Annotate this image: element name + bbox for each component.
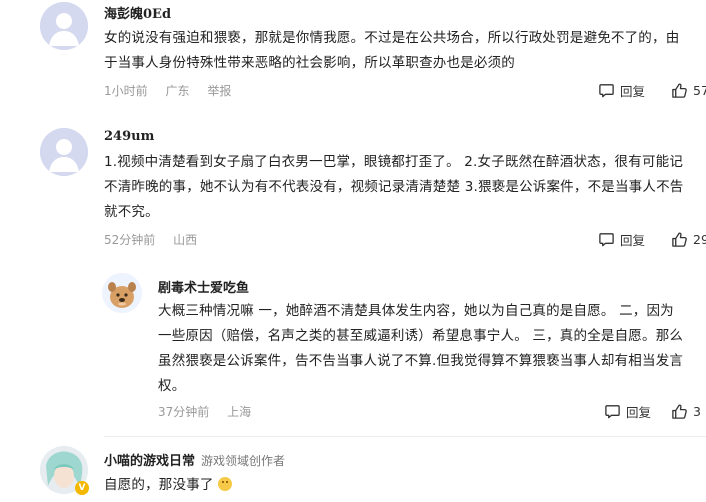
comment-bubble-icon [599, 233, 614, 247]
comment-actions: 回复 29 [598, 230, 706, 249]
default-avatar-icon [40, 128, 88, 176]
reply-label: 回复 [620, 84, 646, 99]
username[interactable]: 剧毒术士爱吃鱼 [158, 277, 249, 296]
comment-text-line: 就不究。 [104, 204, 159, 220]
comment-actions: 回复 57 [598, 81, 706, 100]
comment-text: 女的说没有强迫和猥亵，那就是你情我愿。不过是在公共场合，所以行政处罚是避免不了的… [104, 26, 694, 76]
timestamp: 52分钟前 [104, 233, 156, 247]
location: 山西 [173, 233, 198, 247]
thumbs-up-icon [672, 232, 687, 247]
comment-bubble-icon [599, 84, 614, 98]
timestamp: 37分钟前 [158, 405, 210, 419]
comment-text-line: 不清昨晚的事，她不认为有不代表没有，视频记录清清楚楚 3.猥亵是公诉案件，不是当… [104, 179, 684, 195]
comment-text-line: 权。 [158, 378, 186, 394]
comment-text-line: 1.视频中清楚看到女子扇了白衣男一巴掌，眼镜都打歪了。 2.女子既然在醉酒状态，… [104, 154, 684, 170]
reply-label: 回复 [620, 233, 646, 248]
divider [104, 436, 706, 437]
username[interactable]: 小喵的游戏日常 游戏领域创作者 [104, 450, 285, 469]
avatar[interactable] [40, 2, 88, 50]
v-badge-icon: V [75, 481, 89, 495]
creator-role: 游戏领域创作者 [201, 454, 286, 468]
comment-text-line: 大概三种情况嘛 一，她醉酒不清楚具体发生内容，她以为自己真的是自愿。 二，因为 [158, 303, 674, 319]
comment-actions: 回复 3 [604, 402, 701, 421]
reply-label: 回复 [626, 405, 652, 420]
comment-text-line: 于当事人身份特殊性带来恶略的社会影响，所以革职查办也是必须的 [104, 55, 515, 71]
comment-text-line: 自愿的，那没事了 [104, 477, 214, 493]
comment-meta: 37分钟前 上海 [158, 403, 265, 420]
username[interactable]: 海彭魄0Ed [104, 3, 171, 22]
timestamp: 1小时前 [104, 84, 148, 98]
like-button[interactable]: 3 [671, 403, 701, 420]
smile-emoji-icon [217, 477, 232, 491]
avatar[interactable] [102, 273, 142, 313]
comment-meta: 52分钟前 山西 [104, 231, 211, 248]
username-text: 小喵的游戏日常 [104, 454, 196, 469]
report-link[interactable]: 举报 [207, 84, 231, 98]
comment-text: 自愿的，那没事了 [104, 473, 694, 498]
username[interactable]: 249um [104, 129, 154, 144]
comment-text: 1.视频中清楚看到女子扇了白衣男一巴掌，眼镜都打歪了。 2.女子既然在醉酒状态，… [104, 150, 699, 225]
thumbs-up-icon [672, 404, 687, 419]
avatar[interactable] [40, 128, 88, 176]
thumbs-up-icon [672, 83, 687, 98]
cartoon-dog-avatar-icon [102, 273, 142, 313]
comment-text-line: 女的说没有强迫和猥亵，那就是你情我愿。不过是在公共场合，所以行政处罚是避免不了的… [104, 30, 680, 46]
default-avatar-icon [40, 2, 88, 50]
like-button[interactable]: 57 [671, 82, 706, 99]
comment-text: 大概三种情况嘛 一，她醉酒不清楚具体发生内容，她以为自己真的是自愿。 二，因为 … [158, 299, 698, 399]
comment-text-line: 一些原因（赔偿，名声之类的甚至威逼利诱）希望息事宁人。 三，真的全是自愿。那么 [158, 328, 684, 344]
location: 上海 [227, 405, 252, 419]
reply-button[interactable]: 回复 [598, 81, 645, 100]
like-count: 29 [693, 232, 706, 247]
comment-text-line: 虽然猥亵是公诉案件，告不告当事人说了不算.但我觉得算不算猥亵当事人却有相当发言 [158, 353, 684, 369]
comment-bubble-icon [605, 405, 620, 419]
like-count: 3 [693, 404, 701, 419]
comment-meta: 1小时前 广东 举报 [104, 82, 245, 99]
like-button[interactable]: 29 [671, 231, 706, 248]
location: 广东 [165, 84, 190, 98]
reply-button[interactable]: 回复 [604, 402, 651, 421]
reply-button[interactable]: 回复 [598, 230, 645, 249]
like-count: 57 [693, 83, 706, 98]
